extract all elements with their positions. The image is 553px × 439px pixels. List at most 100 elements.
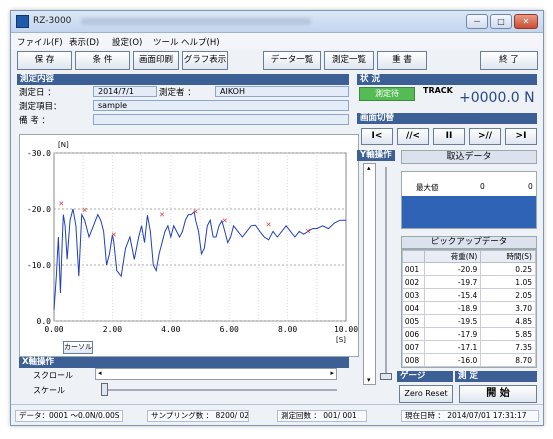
pickup-marker: ✕ bbox=[305, 227, 311, 235]
measure-list-button[interactable]: 測定一覧 bbox=[324, 51, 374, 70]
note-label: 備 考 ： bbox=[19, 116, 50, 126]
print-screen-button[interactable]: 画面印刷 bbox=[133, 51, 179, 70]
capture-row-label: 最大値 bbox=[416, 183, 439, 192]
note-field[interactable] bbox=[93, 114, 349, 125]
capture-highlight bbox=[402, 196, 536, 228]
y-scale-slider[interactable] bbox=[385, 167, 387, 379]
graph-panel: -30.0 -20.0 -10.0 0.0 0.00 2.00 4.00 6.00 8.00 10… bbox=[19, 134, 359, 357]
status-indicator: 測定待 bbox=[359, 87, 415, 101]
table-cell: 001 bbox=[402, 262, 425, 276]
pickup-marker: ✕ bbox=[266, 221, 272, 229]
status-sampling: サンプリング数 ： 8200/ 0200 bbox=[147, 410, 249, 422]
scroll-right-arrow-icon[interactable]: ▸ bbox=[330, 369, 334, 377]
pickup-header: ピックアップデータ bbox=[401, 236, 537, 249]
date-label: 測定日 ： bbox=[19, 88, 56, 98]
save-button[interactable]: 保 存 bbox=[17, 51, 72, 70]
y-axis-section-header: Y軸操作 bbox=[357, 150, 395, 161]
x-scroll-track[interactable]: ◂ ▸ bbox=[95, 368, 337, 380]
menu-help[interactable]: ヘルプ(H) bbox=[181, 36, 220, 48]
first-page-button[interactable]: I< bbox=[361, 128, 393, 145]
pickup-column-header: 時間(S) bbox=[480, 250, 536, 263]
condition-button[interactable]: 条 件 bbox=[75, 51, 130, 70]
operator-field[interactable]: AIKOH bbox=[215, 86, 349, 97]
pickup-column-header: 荷重(N) bbox=[423, 250, 482, 263]
status-datetime: 現在日時 ： 2014/07/01 17:31:17 bbox=[401, 410, 539, 422]
scroll-left-arrow-icon[interactable]: ◂ bbox=[98, 369, 102, 377]
menu-view[interactable]: 表示(D) bbox=[69, 36, 99, 48]
pickup-marker: ✕ bbox=[58, 200, 64, 208]
table-cell: 008 bbox=[402, 353, 425, 367]
x-tick-label: 0.00 bbox=[44, 325, 63, 334]
scroll-up-arrow-icon[interactable]: ▴ bbox=[367, 164, 371, 172]
menu-settings[interactable]: 設定(O) bbox=[112, 36, 142, 48]
measure-section-header: 測 定 bbox=[455, 371, 537, 382]
cursor-tab[interactable]: カーソル bbox=[63, 341, 93, 354]
table-cell: -15.4 bbox=[423, 288, 482, 302]
scroll-down-arrow-icon[interactable]: ▾ bbox=[367, 376, 371, 384]
item-label: 測定項目： bbox=[19, 102, 62, 112]
y-scale-thumb[interactable] bbox=[380, 373, 392, 380]
pickup-marker: ✕ bbox=[193, 208, 199, 216]
last-page-button[interactable]: >I bbox=[505, 128, 537, 145]
pickup-column-header bbox=[402, 250, 425, 263]
menu-tools[interactable]: ツール bbox=[153, 36, 179, 48]
capture-col2: 0 bbox=[528, 182, 533, 191]
table-cell: -17.1 bbox=[423, 340, 482, 354]
table-cell: -19.7 bbox=[423, 275, 482, 289]
scroll-label: スクロール bbox=[33, 371, 73, 380]
minimize-button[interactable]: － bbox=[466, 14, 488, 29]
y-tick-label: -30.0 bbox=[27, 149, 51, 158]
table-row[interactable]: 008 -16.0 8.70 bbox=[402, 353, 536, 367]
x-tick-label: 6.00 bbox=[220, 325, 239, 334]
table-cell: 0.25 bbox=[480, 262, 536, 276]
data-list-button[interactable]: データ一覧 bbox=[263, 51, 321, 70]
app-window: RZ-3000 － □ ✕ ファイル(F) 表示(D) 設定(O) ツール ヘル… bbox=[10, 10, 544, 426]
table-row[interactable]: 005 -19.5 4.85 bbox=[402, 314, 536, 328]
table-row[interactable]: 002 -19.7 1.05 bbox=[402, 275, 536, 289]
table-row[interactable]: 004 -18.9 3.70 bbox=[402, 301, 536, 315]
close-button[interactable]: ✕ bbox=[514, 14, 538, 29]
table-cell: 1.05 bbox=[480, 275, 536, 289]
table-cell: 003 bbox=[402, 288, 425, 302]
exit-button[interactable]: 終 了 bbox=[480, 51, 538, 70]
screen-switch-header: 画面切替 bbox=[357, 113, 537, 124]
mode-label: TRACK bbox=[423, 86, 453, 95]
capture-panel: 最大値 0 0 bbox=[401, 171, 537, 229]
next-page-button[interactable]: >// bbox=[469, 128, 501, 145]
gauge-section-header: ゲージ bbox=[397, 371, 453, 382]
menu-file[interactable]: ファイル(F) bbox=[17, 36, 63, 48]
zero-reset-button[interactable]: Zero Reset bbox=[399, 385, 453, 403]
maximize-button[interactable]: □ bbox=[490, 14, 512, 29]
table-cell: -20.9 bbox=[423, 262, 482, 276]
table-cell: -19.5 bbox=[423, 314, 482, 328]
prev-page-button[interactable]: //< bbox=[397, 128, 429, 145]
overlay-button[interactable]: 重 書 bbox=[377, 51, 427, 70]
table-row[interactable]: 007 -17.1 7.35 bbox=[402, 340, 536, 354]
start-button[interactable]: 開 始 bbox=[459, 385, 537, 403]
table-row[interactable]: 003 -15.4 2.05 bbox=[402, 288, 536, 302]
date-field[interactable]: 2014/7/1 bbox=[93, 86, 157, 97]
table-cell: 8.70 bbox=[480, 353, 536, 367]
table-cell: 7.35 bbox=[480, 340, 536, 354]
toolbar: 保 存 条 件 画面印刷 グラフ表示 データ一覧 測定一覧 重 書 終 了 bbox=[11, 51, 543, 71]
status-count: 測定回数 ： 001/ 001 bbox=[277, 410, 367, 422]
x-scale-slider[interactable] bbox=[101, 389, 337, 391]
pause-button[interactable]: II bbox=[433, 128, 465, 145]
table-row[interactable]: 001 -20.9 0.25 bbox=[402, 262, 536, 276]
item-field[interactable]: sample bbox=[93, 100, 349, 111]
y-tick-label: -20.0 bbox=[27, 205, 51, 214]
table-cell: 006 bbox=[402, 327, 425, 341]
app-icon bbox=[16, 15, 29, 28]
x-axis-section-header: X軸操作 bbox=[19, 357, 349, 368]
table-cell: -16.0 bbox=[423, 353, 482, 367]
graph-view-button[interactable]: グラフ表示 bbox=[182, 51, 228, 70]
title-bar: RZ-3000 － □ ✕ bbox=[11, 11, 543, 33]
pickup-marker: ✕ bbox=[159, 211, 165, 219]
pickup-marker: ✕ bbox=[222, 217, 228, 225]
y-scroll-track[interactable]: ▴ ▾ bbox=[363, 163, 376, 385]
load-readout: +0000.0 N bbox=[459, 90, 535, 106]
pickup-table: 荷重(N) 時間(S) 001 -20.9 0.25 002 -19.7 1.05 003 -15… bbox=[401, 249, 537, 368]
table-cell: -18.9 bbox=[423, 301, 482, 315]
table-row[interactable]: 006 -17.9 5.85 bbox=[402, 327, 536, 341]
x-scale-thumb[interactable] bbox=[101, 383, 108, 396]
